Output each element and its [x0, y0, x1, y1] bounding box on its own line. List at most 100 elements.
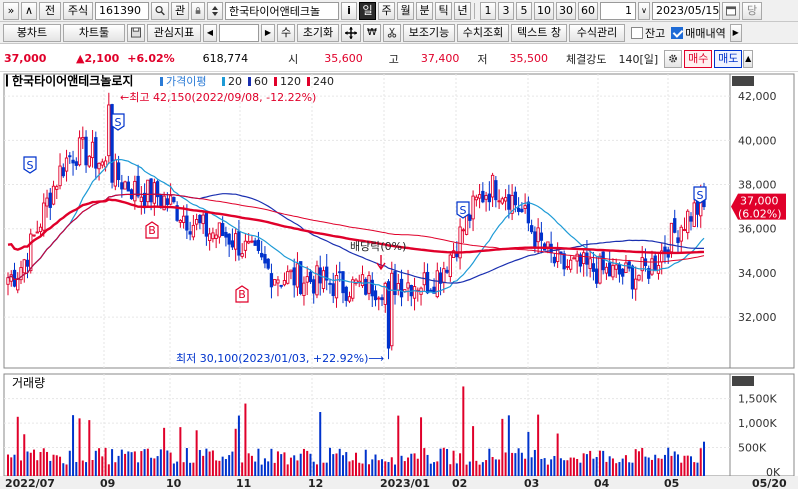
candle-body: [123, 181, 127, 190]
scroll-right-button[interactable]: ▶: [729, 23, 742, 42]
candle-body: [367, 275, 371, 294]
period-tabs: 일주월분틱년: [357, 1, 471, 20]
candle-body: [630, 265, 635, 290]
speed-field[interactable]: [219, 23, 259, 42]
period-tab-2[interactable]: 월: [397, 1, 414, 20]
volume-bar: [429, 463, 432, 476]
minute-button-1[interactable]: 1: [480, 1, 496, 20]
period-tab-4[interactable]: 틱: [435, 1, 452, 20]
volume-bar: [91, 459, 94, 476]
pin-icon[interactable]: ₩: [363, 23, 381, 42]
candle-body: [16, 278, 20, 291]
period-tab-0[interactable]: 일: [359, 1, 376, 20]
collapse-button[interactable]: »: [3, 1, 19, 20]
period-tab-5[interactable]: 년: [454, 1, 471, 20]
reset-button[interactable]: 초기화: [297, 23, 339, 42]
stepper-icon[interactable]: [207, 1, 223, 20]
formula-button[interactable]: 수식관리: [569, 23, 625, 42]
candle-body: [253, 240, 257, 246]
count-field[interactable]: 1: [600, 1, 636, 20]
minute-button-60[interactable]: 60: [578, 1, 598, 20]
calendar-icon[interactable]: [722, 1, 740, 20]
scissors-icon[interactable]: [383, 23, 401, 42]
stock-name-field[interactable]: 한국타이어앤테크놀: [225, 1, 339, 20]
minute-button-5[interactable]: 5: [516, 1, 532, 20]
chart-tools-button[interactable]: 차트툴: [63, 23, 125, 42]
period-tab-1[interactable]: 주: [378, 1, 395, 20]
candle-body: [295, 263, 300, 288]
minute-button-30[interactable]: 30: [556, 1, 576, 20]
candle-body: [695, 200, 700, 215]
volume-bar: [306, 450, 309, 476]
sell-button[interactable]: 매도: [714, 49, 743, 68]
info-button[interactable]: i: [341, 1, 357, 20]
chevron-down-icon[interactable]: ∨: [638, 1, 650, 20]
candle-body: [588, 258, 592, 269]
volume-bar: [169, 452, 172, 476]
candle-body: [445, 269, 449, 273]
volume-bar: [472, 426, 475, 476]
candle-body: [308, 271, 313, 283]
volume-bar: [237, 415, 240, 476]
current-button[interactable]: 당: [742, 1, 762, 20]
volume-bar: [576, 458, 579, 476]
volume-bar: [689, 456, 692, 476]
volume-bar: [670, 455, 673, 476]
candle-body: [604, 266, 609, 274]
play-prev-button[interactable]: ◀: [203, 23, 217, 42]
assist-button[interactable]: 보조기능: [403, 23, 455, 42]
date-field[interactable]: 2023/05/15: [652, 1, 720, 20]
volume-bar: [280, 454, 283, 476]
scroll-up-button[interactable]: ▲: [743, 49, 754, 68]
candle-body: [455, 253, 459, 258]
volume-bar: [390, 457, 393, 476]
market-select[interactable]: 주식: [63, 1, 93, 20]
text-window-button[interactable]: 텍스트 창: [511, 23, 567, 42]
candle-body: [227, 233, 231, 245]
modify-button[interactable]: 수: [277, 23, 295, 42]
up-button[interactable]: ∧: [21, 1, 37, 20]
gear-icon[interactable]: [664, 49, 683, 68]
volume-bar: [88, 420, 91, 476]
price-chart[interactable]: 42,000 40,000 38,000 36,000 34,000 32,000 1,50…: [0, 72, 798, 489]
volume-bar: [205, 448, 208, 476]
volume-bar: [62, 463, 65, 476]
trades-checkbox[interactable]: [671, 26, 684, 39]
x-tick-label: 03: [524, 477, 539, 489]
volume-bar: [504, 452, 507, 476]
candle-body: [61, 167, 65, 177]
candle-body: [230, 240, 235, 248]
all-button[interactable]: 전: [39, 1, 61, 20]
candle-body: [536, 227, 540, 243]
save-icon[interactable]: [127, 23, 145, 42]
query-button[interactable]: 수치조회: [457, 23, 509, 42]
marker-label: S: [697, 189, 704, 202]
volume-bar: [153, 458, 156, 476]
candle-body: [608, 262, 612, 277]
period-tab-3[interactable]: 분: [416, 1, 433, 20]
minute-button-10[interactable]: 10: [534, 1, 554, 20]
volume-bar: [608, 456, 611, 476]
magnifier-icon[interactable]: [151, 1, 169, 20]
volume-bar: [377, 460, 380, 476]
candle-body: [676, 237, 680, 244]
chart-type-select[interactable]: 봉차트: [3, 23, 61, 42]
volume-bar: [247, 453, 250, 476]
chart-toolbar: 봉차트 차트툴 관심지표 ◀ ▶ 수 초기화 ₩ 보조기능 수치조회 텍스트 창…: [0, 22, 798, 44]
candle-body: [513, 191, 518, 206]
candle-body: [29, 233, 33, 272]
candle-body: [569, 259, 573, 270]
watch-button[interactable]: 관: [171, 1, 189, 20]
crosshair-icon[interactable]: [341, 23, 361, 42]
buy-button[interactable]: 매수: [684, 49, 713, 68]
balance-checkbox[interactable]: [631, 26, 643, 39]
play-next-button[interactable]: ▶: [261, 23, 275, 42]
minute-button-3[interactable]: 3: [498, 1, 514, 20]
candle-body: [364, 278, 368, 295]
lock-icon[interactable]: [191, 1, 205, 20]
candle-body: [533, 231, 537, 248]
volume-bar: [699, 448, 702, 476]
stock-code-input[interactable]: 161390: [95, 1, 149, 20]
candle-body: [139, 196, 143, 202]
indicators-button[interactable]: 관심지표: [147, 23, 201, 42]
